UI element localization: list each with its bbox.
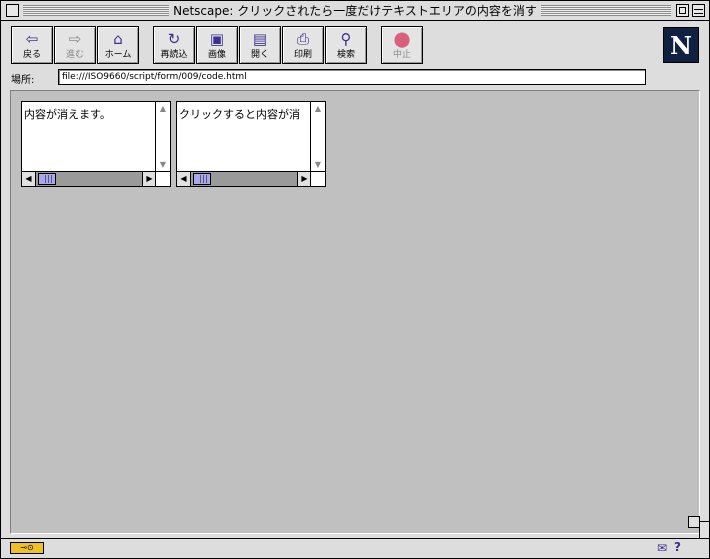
- scroll-left-arrow-icon[interactable]: ◀: [177, 172, 191, 186]
- home-button-label: ホーム: [104, 50, 132, 60]
- zoom-box[interactable]: [676, 4, 689, 17]
- scroll-thumb[interactable]: [193, 173, 211, 185]
- navigation-toolbar: ⇦ 戻る ⇨ 進む ⌂ ホーム ↻ 再読込 ▣ 画像 ▤ 開く ⎙ 印刷 ⚲ 検: [1, 22, 709, 68]
- images-icon: ▣: [209, 30, 225, 48]
- open-button-label: 開く: [250, 50, 269, 60]
- help-icon[interactable]: ?: [674, 540, 681, 554]
- title-bar-stripes: [541, 5, 671, 16]
- scroll-right-arrow-icon[interactable]: ▶: [297, 172, 311, 186]
- stop-button-label: 中止: [392, 50, 411, 60]
- find-icon: ⚲: [340, 30, 352, 48]
- back-button-label: 戻る: [22, 50, 41, 60]
- scroll-up-arrow-icon[interactable]: ▲: [311, 102, 325, 116]
- close-box[interactable]: [6, 4, 19, 17]
- home-button[interactable]: ⌂ ホーム: [97, 26, 139, 64]
- print-button[interactable]: ⎙ 印刷: [282, 26, 324, 64]
- mail-icon[interactable]: ✉: [657, 541, 667, 555]
- horizontal-scrollbar[interactable]: ◀ ▶: [177, 171, 311, 186]
- images-button[interactable]: ▣ 画像: [196, 26, 238, 64]
- find-button-label: 検索: [336, 50, 355, 60]
- status-bar: ⊸⊙ ✉ ?: [1, 538, 709, 558]
- stop-button[interactable]: ⬤ 中止: [381, 26, 423, 64]
- location-input[interactable]: file:///ISO9660/script/form/009/code.htm…: [58, 69, 646, 85]
- textarea-2-text: クリックすると内容が消: [179, 108, 300, 121]
- window-title: Netscape: クリックされたら一度だけテキストエリアの内容を消す: [169, 2, 541, 20]
- grow-box[interactable]: [699, 521, 710, 539]
- back-button[interactable]: ⇦ 戻る: [11, 26, 53, 64]
- stop-icon: ⬤: [393, 30, 411, 48]
- location-bar: 場所: file:///ISO9660/script/form/009/code…: [1, 68, 709, 88]
- open-button[interactable]: ▤ 開く: [239, 26, 281, 64]
- back-arrow-icon: ⇦: [25, 30, 39, 48]
- forward-arrow-icon: ⇨: [68, 30, 82, 48]
- find-button[interactable]: ⚲ 検索: [325, 26, 367, 64]
- reload-button-label: 再読込: [160, 50, 188, 60]
- title-bar-stripes: [23, 5, 169, 16]
- reload-button[interactable]: ↻ 再読込: [153, 26, 195, 64]
- scrollbar-corner: [310, 171, 325, 186]
- collapse-box[interactable]: [692, 4, 705, 17]
- open-icon: ▤: [252, 30, 268, 48]
- scroll-down-arrow-icon[interactable]: ▼: [311, 158, 325, 172]
- images-button-label: 画像: [207, 50, 226, 60]
- scroll-right-arrow-icon[interactable]: ▶: [142, 172, 156, 186]
- forward-button-label: 進む: [65, 50, 84, 60]
- home-icon: ⌂: [113, 30, 123, 48]
- forward-button[interactable]: ⇨ 進む: [54, 26, 96, 64]
- horizontal-scrollbar[interactable]: ◀ ▶: [22, 171, 156, 186]
- textarea-1-text: 内容が消えます。: [24, 108, 111, 121]
- page-content: 内容が消えます。 ▲ ▼ ◀ ▶ クリックすると内容が消 ▲ ▼ ◀ ▶: [10, 90, 700, 534]
- print-button-label: 印刷: [293, 50, 312, 60]
- scroll-up-arrow-icon[interactable]: ▲: [156, 102, 170, 116]
- textarea-1[interactable]: 内容が消えます。 ▲ ▼ ◀ ▶: [21, 101, 171, 187]
- scroll-down-arrow-icon[interactable]: ▼: [156, 158, 170, 172]
- textarea-2[interactable]: クリックすると内容が消 ▲ ▼ ◀ ▶: [176, 101, 326, 187]
- scrollbar-corner: [155, 171, 170, 186]
- print-icon: ⎙: [296, 30, 309, 48]
- location-label: 場所:: [11, 75, 35, 86]
- netscape-logo-icon[interactable]: N: [663, 27, 699, 63]
- scroll-thumb[interactable]: [38, 173, 56, 185]
- reload-icon: ↻: [167, 30, 181, 48]
- vertical-scrollbar[interactable]: ▲ ▼: [155, 102, 170, 172]
- vertical-scrollbar[interactable]: ▲ ▼: [310, 102, 325, 172]
- title-bar[interactable]: Netscape: クリックされたら一度だけテキストエリアの内容を消す: [1, 1, 709, 21]
- scroll-left-arrow-icon[interactable]: ◀: [22, 172, 36, 186]
- security-lock-icon[interactable]: ⊸⊙: [10, 542, 44, 554]
- browser-window: Netscape: クリックされたら一度だけテキストエリアの内容を消す ⇦ 戻る…: [0, 0, 710, 559]
